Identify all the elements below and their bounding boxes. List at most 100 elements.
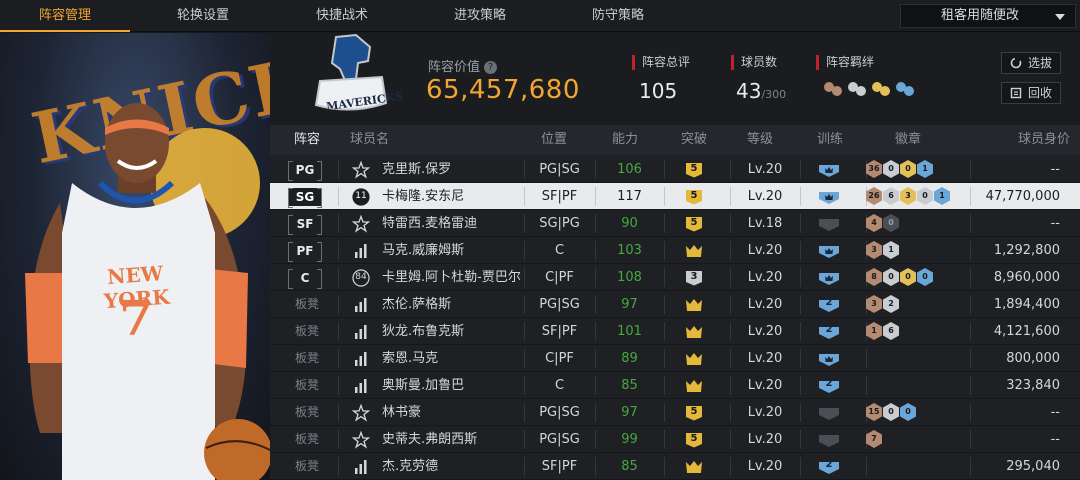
player-name[interactable]: 卡梅隆.安东尼: [382, 183, 464, 210]
column-divider: [664, 241, 665, 260]
column-divider: [800, 187, 801, 206]
table-row[interactable]: 板凳 奥斯曼.加鲁巴 C 85 Lv.20 2 323,840: [270, 372, 1080, 399]
bench-label: 板凳: [294, 297, 319, 311]
jersey-number: 7: [119, 291, 153, 347]
bond-label: 阵容羁绊: [816, 55, 874, 70]
col-level[interactable]: 等级: [730, 125, 790, 155]
column-divider: [970, 457, 971, 476]
player-name[interactable]: 索恩.马克: [382, 345, 438, 372]
player-position: PG|SG: [539, 162, 580, 177]
player-price: --: [1050, 216, 1060, 231]
star-icon: [352, 404, 370, 422]
player-price: --: [1050, 432, 1060, 447]
total-rating-label: 阵容总评: [632, 55, 690, 70]
recycle-icon: [1010, 87, 1022, 99]
column-divider: [664, 457, 665, 476]
col-price[interactable]: 球员身价: [990, 125, 1070, 155]
player-price: 1,894,400: [993, 297, 1060, 312]
col-name[interactable]: 球员名: [350, 125, 410, 155]
table-row[interactable]: 板凳 索恩.马克 C|PF 89 Lv.20 800,000: [270, 345, 1080, 372]
player-position: C: [554, 378, 565, 393]
player-name[interactable]: 奥斯曼.加鲁巴: [382, 372, 464, 399]
col-position[interactable]: 位置: [524, 125, 584, 155]
badge-count-hex: 3: [866, 295, 882, 313]
table-row[interactable]: SG 11 卡梅隆.安东尼 SF|PF 117 5 Lv.20 26 6 3 0 1 47,770,00…: [270, 183, 1080, 210]
column-divider: [866, 349, 867, 368]
select-button[interactable]: 选拔: [1001, 52, 1061, 74]
column-divider: [664, 214, 665, 233]
column-divider: [338, 403, 339, 422]
player-name[interactable]: 林书豪: [382, 399, 421, 426]
bench-label: 板凳: [294, 324, 319, 338]
player-position: C|PF: [545, 270, 574, 285]
tab-quick-tactics[interactable]: 快捷战术: [277, 0, 407, 32]
bond-icon-bronze: [824, 82, 842, 96]
player-name[interactable]: 杰.克劳德: [382, 453, 438, 480]
bond-icons[interactable]: [822, 79, 918, 101]
col-lineup[interactable]: 阵容: [288, 125, 326, 155]
badge-count-hex: 1: [934, 187, 950, 205]
player-level: Lv.18: [747, 216, 783, 231]
table-header: 阵容 球员名 位置 能力 突破 等级 训练 徽章 球员身价: [270, 125, 1080, 155]
badge-count-hex: 0: [883, 160, 899, 178]
table-row[interactable]: 板凳 林书豪 PG|SG 97 5 Lv.20 15 0 0 --: [270, 399, 1080, 426]
badge-count-hex: 6: [883, 187, 899, 205]
table-row[interactable]: 板凳 狄龙.布鲁克斯 SF|PF 101 Lv.20 2 1 6 4,121,600: [270, 318, 1080, 345]
tab-rotation[interactable]: 轮换设置: [138, 0, 268, 32]
table-row[interactable]: PF 马克.威廉姆斯 C 103 Lv.20 3 1 1,292,800: [270, 237, 1080, 264]
player-portrait: KNICKS NEW YORK 7: [0, 33, 270, 480]
col-ability[interactable]: 能力: [595, 125, 655, 155]
badge-count-hex: 8: [866, 268, 882, 286]
col-badges[interactable]: 徽章: [878, 125, 938, 155]
table-row[interactable]: 板凳 杰伦.萨格斯 PG|SG 97 Lv.20 2 3 2 1,894,400: [270, 291, 1080, 318]
star-icon: [352, 161, 370, 179]
player-position: SF|PF: [541, 459, 578, 474]
player-level: Lv.20: [747, 243, 783, 258]
column-divider: [970, 187, 971, 206]
player-ability: 117: [617, 189, 642, 204]
col-breakthrough[interactable]: 突破: [664, 125, 724, 155]
table-row[interactable]: 板凳 杰.克劳德 SF|PF 85 Lv.20 2 295,040: [270, 453, 1080, 480]
tab-offense[interactable]: 进攻策略: [415, 0, 545, 32]
dropdown-value: 租客用随便改: [941, 8, 1020, 23]
player-ability: 106: [617, 162, 642, 177]
crown-icon: [686, 326, 702, 338]
player-level: Lv.20: [747, 297, 783, 312]
column-divider: [664, 160, 665, 179]
column-divider: [338, 295, 339, 314]
col-training[interactable]: 训练: [800, 125, 860, 155]
player-name[interactable]: 狄龙.布鲁克斯: [382, 318, 464, 345]
column-divider: [338, 160, 339, 179]
training-crown-icon: [819, 246, 839, 258]
lineup-value: 65,457,680: [426, 75, 580, 105]
player-name[interactable]: 马克.威廉姆斯: [382, 237, 464, 264]
table-row[interactable]: PG 克里斯.保罗 PG|SG 106 5 Lv.20 36 0 0 1 --: [270, 156, 1080, 183]
bench-label: 板凳: [294, 459, 319, 473]
column-divider: [970, 403, 971, 422]
table-row[interactable]: SF 特雷西.麦格雷迪 SG|PG 90 5 Lv.18 4 0 --: [270, 210, 1080, 237]
player-name[interactable]: 卡里姆.阿卜杜勒-贾巴尔: [382, 264, 521, 291]
jersey-number-text: 84: [355, 272, 367, 282]
stats-bars-icon: [355, 298, 367, 312]
player-position: SF|PF: [541, 189, 578, 204]
player-name[interactable]: 克里斯.保罗: [382, 156, 451, 183]
help-icon[interactable]: ?: [484, 61, 498, 74]
badge-count-hex: 0: [917, 268, 933, 286]
lineup-dropdown[interactable]: 租客用随便改: [900, 4, 1076, 28]
chevron-down-icon: [1055, 14, 1065, 20]
recycle-button[interactable]: 回收: [1001, 82, 1061, 104]
tab-defense[interactable]: 防守策略: [553, 0, 683, 32]
table-row[interactable]: C 84 卡里姆.阿卜杜勒-贾巴尔 C|PF 108 3 Lv.20 8 0 0 0 8,960,00…: [270, 264, 1080, 291]
breakthrough-value: 5: [690, 163, 698, 174]
player-name[interactable]: 杰伦.萨格斯: [382, 291, 451, 318]
crown-icon: [686, 353, 702, 365]
column-divider: [664, 403, 665, 422]
column-divider: [800, 322, 801, 341]
player-name[interactable]: 特雷西.麦格雷迪: [382, 210, 477, 237]
player-ability: 90: [621, 216, 638, 231]
tab-lineup[interactable]: 阵容管理: [0, 0, 130, 32]
training-value: 2: [825, 459, 833, 470]
badge-count-hex: 0: [883, 214, 899, 232]
table-row[interactable]: 板凳 史蒂夫.弗朗西斯 PG|SG 99 5 Lv.20 7 --: [270, 426, 1080, 453]
player-name[interactable]: 史蒂夫.弗朗西斯: [382, 426, 477, 453]
